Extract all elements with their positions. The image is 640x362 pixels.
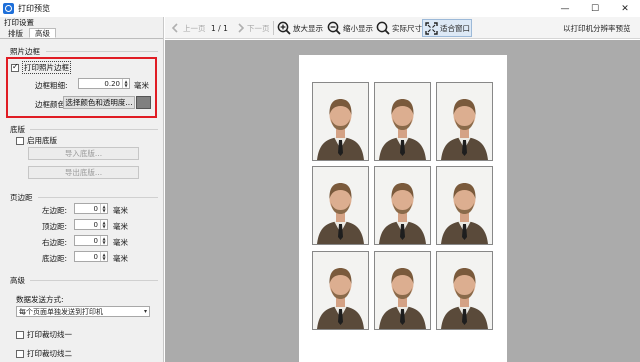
spin-arrows-icon[interactable]: ▲ ▼ — [100, 204, 107, 213]
top-margin-input[interactable]: 0 ▲ ▼ — [74, 219, 108, 230]
actual-size-label: 实际尺寸 — [392, 23, 422, 33]
border-thickness-unit: 毫米 — [134, 81, 149, 90]
right-margin-label: 右边距: — [42, 238, 68, 247]
fit-window-button[interactable]: 适合窗口 — [425, 17, 470, 39]
photo-tile — [436, 166, 493, 245]
prev-page-button[interactable]: 上一页 — [171, 17, 206, 39]
top-margin-unit: 毫米 — [113, 222, 128, 231]
cut-line-1-checkbox-row[interactable]: 打印裁切线一 — [16, 329, 72, 340]
bottom-margin-label: 底边距: — [42, 254, 68, 263]
photo-tile — [374, 166, 431, 245]
panel-title: 打印设置 — [4, 18, 34, 27]
minimize-button[interactable]: — — [550, 0, 580, 17]
bottom-margin-unit: 毫米 — [113, 254, 128, 263]
border-thickness-input[interactable]: 0.20 ▲ ▼ — [78, 78, 130, 89]
next-page-label: 下一页 — [247, 23, 270, 33]
next-page-button[interactable]: 下一页 — [235, 17, 270, 39]
photo-tile — [374, 82, 431, 161]
toolbar-divider — [273, 21, 274, 35]
send-mode-value: 每个页面单独发送到打印机 — [19, 307, 103, 316]
spin-arrows-icon[interactable]: ▲ ▼ — [100, 236, 107, 245]
zoom-in-label: 放大显示 — [293, 23, 323, 33]
left-margin-input[interactable]: 0 ▲ ▼ — [74, 203, 108, 214]
window-title: 打印预览 — [18, 4, 50, 13]
photo-tile — [374, 251, 431, 330]
enable-background-label: 启用底版 — [27, 136, 57, 145]
enable-background-checkbox[interactable] — [16, 136, 24, 145]
zoom-out-button[interactable]: 缩小显示 — [327, 17, 373, 39]
photo-tile — [312, 82, 369, 161]
chevron-down-icon: ▾ — [143, 308, 147, 315]
fit-window-label: 适合窗口 — [440, 23, 470, 33]
print-border-label: 打印照片边框 — [22, 61, 71, 74]
advanced-divider — [30, 280, 158, 281]
preview-toolbar: 上一页 1 / 1 下一页 放大显示 缩小显示 实际尺寸 适合窗口 以打印机分辨… — [165, 17, 640, 39]
spin-arrows-icon[interactable]: ▲ ▼ — [122, 79, 129, 88]
enable-background-checkbox-row[interactable]: 启用底版 — [16, 135, 57, 146]
border-thickness-label: 边框粗细: — [35, 81, 68, 90]
left-margin-label: 左边距: — [42, 206, 68, 215]
top-margin-label: 顶边距: — [42, 222, 68, 231]
cut-line-2-checkbox[interactable] — [16, 349, 24, 358]
advanced-section-label: 高级 — [10, 276, 25, 285]
arrow-right-icon — [235, 23, 245, 33]
background-divider — [30, 129, 158, 130]
background-section-label: 底版 — [10, 125, 25, 134]
right-margin-unit: 毫米 — [113, 238, 128, 247]
zoom-in-button[interactable]: 放大显示 — [277, 17, 323, 39]
photo-border-section-label: 照片边框 — [10, 47, 40, 56]
photo-tile — [436, 251, 493, 330]
print-border-checkbox-row[interactable]: 打印照片边框 — [11, 61, 71, 74]
spin-arrows-icon[interactable]: ▲ ▼ — [100, 252, 107, 261]
photo-tile — [312, 251, 369, 330]
print-page — [299, 55, 507, 362]
preview-area — [165, 40, 640, 362]
import-background-button[interactable]: 导入底版... — [28, 147, 139, 160]
left-margin-unit: 毫米 — [113, 206, 128, 215]
app-icon — [3, 3, 14, 14]
cut-line-2-checkbox-row[interactable]: 打印裁切线二 — [16, 348, 72, 359]
send-mode-select[interactable]: 每个页面单独发送到打印机 ▾ — [16, 306, 150, 317]
page-indicator: 1 / 1 — [211, 23, 228, 33]
send-mode-label: 数据发送方式: — [16, 295, 64, 304]
cut-line-2-label: 打印裁切线二 — [27, 349, 72, 358]
border-color-swatch[interactable] — [136, 96, 151, 109]
zoom-in-icon — [277, 21, 291, 35]
bottom-margin-input[interactable]: 0 ▲ ▼ — [74, 251, 108, 262]
actual-size-button[interactable]: 实际尺寸 — [376, 17, 422, 39]
right-margin-input[interactable]: 0 ▲ ▼ — [74, 235, 108, 246]
arrow-left-icon — [171, 23, 181, 33]
zoom-out-label: 缩小显示 — [343, 23, 373, 33]
photo-tile — [312, 166, 369, 245]
export-background-button[interactable]: 导出底版... — [28, 166, 139, 179]
panel-tabs: 排版 高级 — [0, 28, 163, 39]
border-thickness-value: 0.20 — [104, 79, 120, 88]
search-icon — [376, 21, 390, 35]
zoom-out-icon — [327, 21, 341, 35]
title-bar: 打印预览 — ☐ ✕ — [0, 0, 640, 17]
prev-page-label: 上一页 — [183, 23, 206, 33]
tab-advanced[interactable]: 高级 — [29, 28, 56, 38]
margins-section-label: 页边距 — [10, 193, 33, 202]
margins-divider — [38, 197, 158, 198]
printer-resolution-button[interactable]: 以打印机分辨率预览 — [563, 17, 631, 39]
cut-line-1-checkbox[interactable] — [16, 330, 24, 339]
tab-layout[interactable]: 排版 — [2, 28, 29, 38]
window-controls: — ☐ ✕ — [550, 0, 640, 17]
close-button[interactable]: ✕ — [610, 0, 640, 17]
choose-color-button[interactable]: 选择颜色和透明度... — [63, 96, 135, 109]
spin-arrows-icon[interactable]: ▲ ▼ — [100, 220, 107, 229]
photo-tile — [436, 82, 493, 161]
maximize-button[interactable]: ☐ — [580, 0, 610, 17]
cut-line-1-label: 打印裁切线一 — [27, 330, 72, 339]
photo-border-divider — [46, 51, 158, 52]
fit-window-icon — [425, 21, 438, 35]
print-border-checkbox[interactable] — [11, 62, 19, 72]
